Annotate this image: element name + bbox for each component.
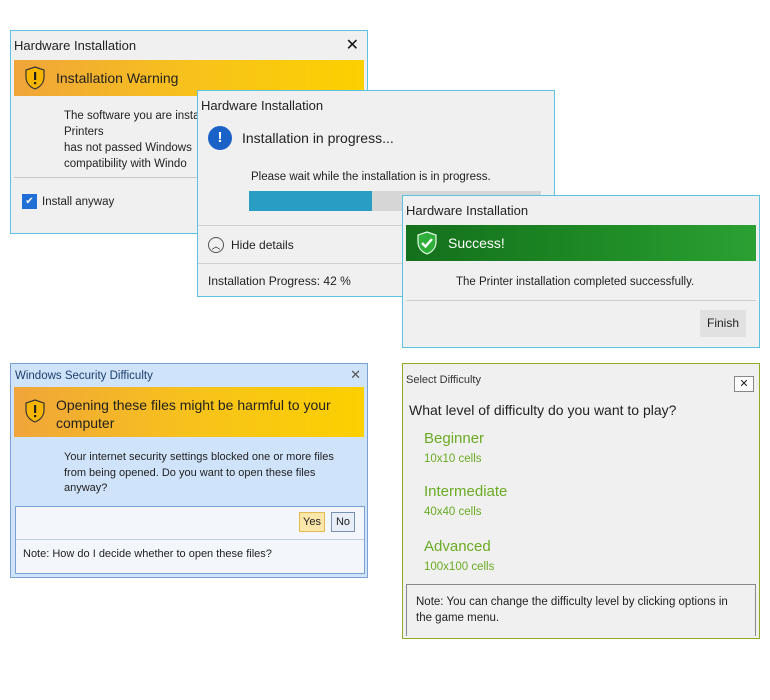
action-panel: Yes No Note: How do I decide whether to … (15, 506, 365, 574)
option-beginner[interactable]: Beginner 10x10 cells (424, 430, 484, 465)
no-button[interactable]: No (331, 512, 355, 532)
close-icon[interactable]: ✕ (350, 367, 361, 383)
yes-button[interactable]: Yes (299, 512, 325, 532)
progress-text: Installation Progress: 42 % (208, 273, 351, 288)
close-icon[interactable]: ✕ (346, 35, 359, 55)
info-icon: ! (208, 126, 232, 150)
success-banner: Success! (406, 225, 756, 261)
dialog-title: Windows Security Difficulty (15, 370, 153, 382)
option-label: Advanced (424, 538, 491, 555)
chevron-up-icon[interactable]: ︿ (208, 237, 224, 253)
option-intermediate[interactable]: Intermediate 40x40 cells (424, 483, 507, 518)
finish-button[interactable]: Finish (700, 310, 746, 337)
option-advanced[interactable]: Advanced 100x100 cells (424, 538, 494, 573)
security-message: Your internet security settings blocked … (64, 451, 334, 494)
details-label: Hide details (231, 238, 294, 252)
warning-shield-icon (24, 66, 46, 90)
select-difficulty-dialog: Select Difficulty ✕ What level of diffic… (402, 363, 760, 639)
dialog-footer: Finish (406, 300, 756, 345)
success-message: The Printer installation completed succe… (456, 276, 695, 288)
option-size: 40x40 cells (424, 506, 482, 518)
progress-header: ! Installation in progress... (208, 125, 394, 151)
progress-bar-fill (249, 191, 372, 211)
installation-success-dialog: Hardware Installation Success! The Print… (402, 195, 760, 348)
option-label: Intermediate (424, 483, 508, 500)
wait-message: Please wait while the installation is in… (251, 171, 491, 183)
dialog-title: Hardware Installation (201, 98, 324, 113)
checkbox-label: Install anyway (42, 195, 115, 208)
option-size: 10x10 cells (424, 453, 482, 465)
difficulty-note: Note: You can change the difficulty leve… (406, 584, 756, 636)
banner-text: Installation Warning (56, 70, 179, 86)
option-label: Beginner (424, 430, 485, 447)
dialog-title: Hardware Installation (14, 38, 137, 53)
checkmark-icon[interactable]: ✔ (22, 194, 37, 209)
difficulty-question: What level of difficulty do you want to … (409, 402, 677, 418)
option-size: 100x100 cells (424, 561, 495, 573)
install-anyway-checkbox[interactable]: ✔ Install anyway (22, 194, 114, 209)
warning-banner: Opening these files might be harmful to … (14, 387, 364, 437)
header-text: Installation in progress... (242, 130, 394, 146)
dialog-title: Select Difficulty (406, 374, 481, 386)
help-note-link[interactable]: Note: How do I decide whether to open th… (16, 539, 364, 560)
banner-text: Opening these files might be harmful to … (56, 397, 331, 431)
warning-shield-icon (24, 399, 46, 423)
close-icon[interactable]: ✕ (734, 376, 754, 392)
banner-text: Success! (448, 235, 505, 251)
dialog-title: Hardware Installation (406, 203, 529, 218)
security-warning-dialog: Windows Security Difficulty ✕ Opening th… (10, 363, 368, 578)
check-shield-icon (416, 231, 438, 255)
